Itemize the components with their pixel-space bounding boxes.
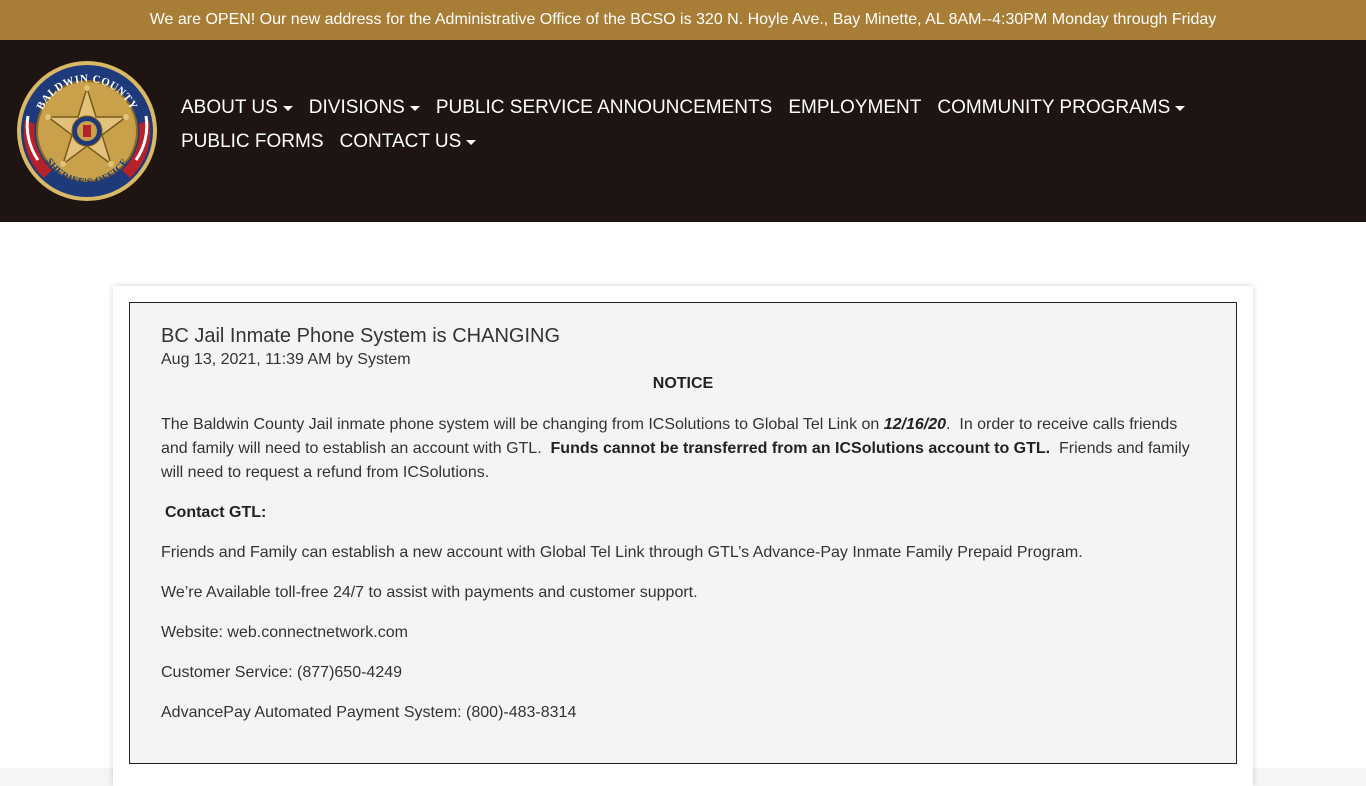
caret-down-icon xyxy=(466,139,477,145)
nav-contact-us[interactable]: CONTACT US xyxy=(340,130,477,154)
website-line: Website: web.connectnetwork.com xyxy=(161,624,408,641)
nav-divisions[interactable]: DIVISIONS xyxy=(309,96,420,120)
announcement-text: We are OPEN! Our new address for the Adm… xyxy=(149,11,1217,28)
nav-community-programs[interactable]: COMMUNITY PROGRAMS xyxy=(937,96,1186,120)
article-title: BC Jail Inmate Phone System is CHANGING xyxy=(161,325,561,347)
article-paragraph-3: We’re Available toll-free 24/7 to assist… xyxy=(161,584,698,601)
p1-date: 12/16/20 xyxy=(883,416,947,433)
site-header: BALDWIN COUNTY SHERIFF'S OFFICE ABOUT US… xyxy=(0,40,1366,222)
contact-gtl-heading: Contact GTL: xyxy=(165,504,267,521)
caret-down-icon xyxy=(409,105,420,111)
nav-about-us[interactable]: ABOUT US xyxy=(181,96,293,120)
nav-employment-label: EMPLOYMENT xyxy=(788,97,922,118)
caret-down-icon xyxy=(1175,105,1186,111)
sheriff-logo[interactable]: BALDWIN COUNTY SHERIFF'S OFFICE xyxy=(16,60,158,202)
article-paragraph-2: Friends and Family can establish a new a… xyxy=(161,544,1083,561)
nav-about-us-label: ABOUT US xyxy=(181,97,278,118)
nav-psa-label: PUBLIC SERVICE ANNOUNCEMENTS xyxy=(435,97,773,118)
p1-bold: Funds cannot be transferred from an ICSo… xyxy=(550,440,1051,457)
main-nav: ABOUT US DIVISIONS PUBLIC SERVICE ANNOUN… xyxy=(181,96,1331,154)
article: BC Jail Inmate Phone System is CHANGING … xyxy=(129,302,1237,764)
caret-down-icon xyxy=(282,105,293,111)
nav-contact-us-label: CONTACT US xyxy=(339,131,462,152)
nav-public-forms[interactable]: PUBLIC FORMS xyxy=(181,130,324,154)
article-paragraph-1: The Baldwin County Jail inmate phone sys… xyxy=(161,413,1205,485)
advancepay-line: AdvancePay Automated Payment System: (80… xyxy=(161,704,577,721)
customer-service-line: Customer Service: (877)650-4249 xyxy=(161,664,403,681)
notice-heading: NOTICE xyxy=(652,375,714,392)
sheriff-badge-icon: BALDWIN COUNTY SHERIFF'S OFFICE xyxy=(17,61,157,201)
announcement-bar: We are OPEN! Our new address for the Adm… xyxy=(0,0,1366,40)
nav-community-programs-label: COMMUNITY PROGRAMS xyxy=(937,97,1171,118)
main-content: BC Jail Inmate Phone System is CHANGING … xyxy=(0,222,1366,786)
nav-employment[interactable]: EMPLOYMENT xyxy=(788,96,921,120)
p1-text-a: The Baldwin County Jail inmate phone sys… xyxy=(161,416,884,433)
article-meta: Aug 13, 2021, 11:39 AM by System xyxy=(161,351,411,368)
article-card: BC Jail Inmate Phone System is CHANGING … xyxy=(113,286,1253,786)
nav-divisions-label: DIVISIONS xyxy=(308,97,405,118)
nav-public-service-announcements[interactable]: PUBLIC SERVICE ANNOUNCEMENTS xyxy=(436,96,772,120)
nav-public-forms-label: PUBLIC FORMS xyxy=(181,131,324,152)
